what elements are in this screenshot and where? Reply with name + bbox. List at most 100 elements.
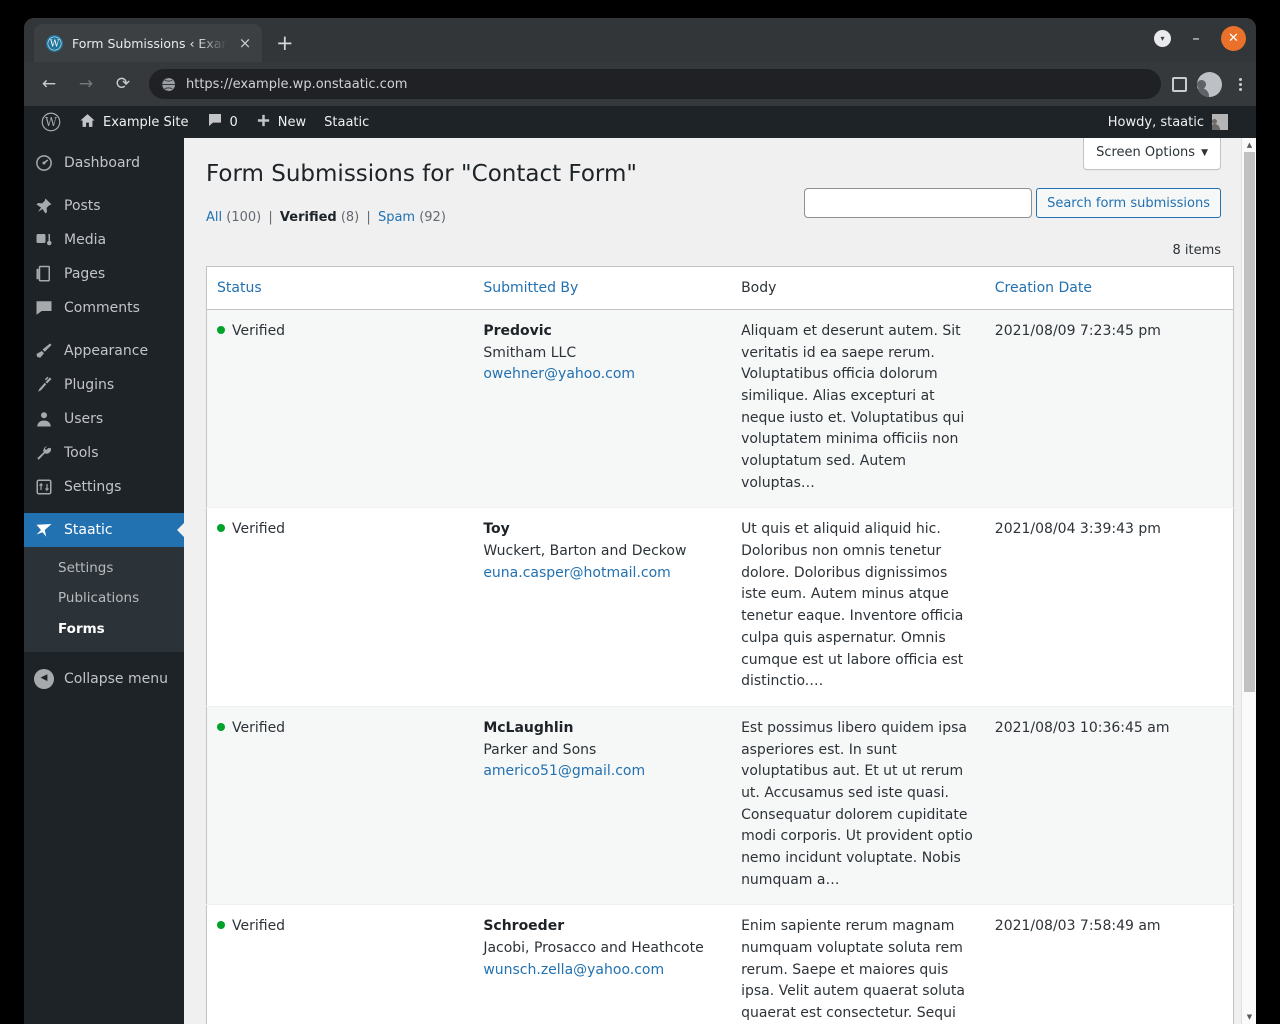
reload-button[interactable]: ⟳ (106, 67, 140, 101)
cell-submitted-by: Toy Wuckert, Barton and Deckow euna.casp… (473, 507, 732, 707)
column-header-status-link[interactable]: Status (217, 280, 262, 296)
comments-bubble[interactable]: 0 (198, 106, 247, 138)
submenu-item-forms[interactable]: Forms (24, 614, 184, 644)
address-bar[interactable]: https://example.wp.onstaatic.com (149, 69, 1161, 99)
cell-body: Est possimus libero quidem ipsa asperior… (731, 705, 985, 905)
search-button[interactable]: Search form submissions (1036, 188, 1221, 218)
sidebar-label: Tools (64, 445, 99, 461)
collapse-menu-button[interactable]: ◀ Collapse menu (24, 662, 184, 696)
column-header-status[interactable]: Status (206, 266, 474, 310)
sidebar-label: Staatic (64, 522, 113, 538)
cell-status: Verified (206, 507, 474, 707)
new-label: New (277, 114, 307, 130)
sidebar-item-comments[interactable]: Comments (24, 291, 184, 325)
site-name-menu[interactable]: Example Site (70, 106, 198, 138)
sidebar-label: Media (64, 232, 107, 248)
plus-icon (256, 113, 271, 132)
sidebar-item-dashboard[interactable]: Dashboard (24, 146, 184, 180)
chevron-down-icon[interactable]: ▾ (1154, 30, 1171, 47)
staatic-submenu: Settings Publications Forms (24, 547, 184, 652)
sidebar-item-tools[interactable]: Tools (24, 436, 184, 470)
sidebar-item-users[interactable]: Users (24, 402, 184, 436)
status-label: Verified (232, 719, 286, 736)
minimize-button[interactable]: – (1187, 31, 1205, 46)
browser-tab-title: Form Submissions ‹ Example (72, 35, 227, 51)
browser-tab[interactable]: W Form Submissions ‹ Example × (34, 24, 262, 62)
table-row[interactable]: Verified McLaughlin Parker and Sons amer… (206, 705, 1234, 905)
filter-separator: | (366, 209, 371, 225)
wp-admin-bar: W Example Site 0 New Staatic Howdy, staa… (24, 106, 1256, 138)
collapse-arrow-icon: ◀ (34, 668, 54, 689)
column-header-body: Body (731, 266, 985, 310)
sidebar-item-plugins[interactable]: Plugins (24, 368, 184, 402)
svg-text:W: W (45, 115, 57, 129)
scrollbar-thumb[interactable] (1244, 152, 1255, 692)
close-icon[interactable]: × (236, 35, 254, 51)
column-header-creation-date-link[interactable]: Creation Date (995, 280, 1092, 296)
submenu-item-publications[interactable]: Publications (24, 583, 184, 613)
submitter-name: Schroeder (483, 918, 565, 935)
column-header-submitted-by-link[interactable]: Submitted By (483, 280, 578, 296)
submitter-name: McLaughlin (483, 719, 574, 736)
sidebar-item-settings[interactable]: Settings (24, 470, 184, 504)
page-title: Form Submissions for "Contact Form" (206, 161, 637, 187)
table-header-row: Status Submitted By Body Creation Date (206, 266, 1234, 310)
table-row[interactable]: Verified Predovic Smitham LLC owehner@ya… (206, 309, 1234, 508)
submitter-email[interactable]: owehner@yahoo.com (483, 364, 721, 386)
filter-all[interactable]: All (206, 210, 222, 225)
submitter-email[interactable]: wunsch.zella@yahoo.com (483, 960, 721, 982)
sidebar-item-posts[interactable]: Posts (24, 189, 184, 223)
avatar (1212, 114, 1228, 130)
sidebar-label: Comments (64, 300, 140, 316)
sidebar-item-appearance[interactable]: Appearance (24, 334, 184, 368)
howdy-label: Howdy, staatic (1107, 114, 1204, 130)
new-content-menu[interactable]: New (247, 106, 315, 138)
submitter-email[interactable]: americo51@gmail.com (483, 761, 721, 783)
admin-body: Dashboard Posts Media Pages Comments App… (24, 138, 1256, 1024)
window-close-button[interactable]: ✕ (1221, 26, 1246, 51)
page-scrollbar[interactable]: ▲ ▼ (1241, 138, 1256, 1024)
submitter-company: Smitham LLC (483, 344, 577, 361)
sidebar-item-media[interactable]: Media (24, 223, 184, 257)
side-panel-icon[interactable] (1172, 76, 1187, 92)
account-menu[interactable]: Howdy, staatic (1108, 106, 1236, 138)
sidebar-label: Appearance (64, 343, 149, 359)
globe-icon (161, 76, 176, 92)
scroll-up-arrow-icon[interactable]: ▲ (1242, 138, 1256, 152)
profile-avatar-icon[interactable] (1197, 71, 1222, 97)
new-tab-button[interactable]: + (276, 33, 294, 54)
media-icon (34, 230, 54, 250)
column-header-submitted-by[interactable]: Submitted By (473, 266, 732, 310)
filter-verified[interactable]: Verified (280, 210, 337, 225)
cell-status: Verified (206, 705, 474, 905)
submitter-email[interactable]: euna.casper@hotmail.com (483, 563, 721, 585)
wrench-icon (34, 443, 54, 463)
table-head: Status Submitted By Body Creation Date (206, 266, 1234, 310)
browser-menu-icon[interactable] (1232, 76, 1248, 93)
column-header-creation-date[interactable]: Creation Date (984, 266, 1234, 310)
cell-body: Enim sapiente rerum magnam numquam volup… (731, 904, 985, 1024)
back-button[interactable]: ← (32, 67, 66, 101)
scroll-down-arrow-icon[interactable]: ▼ (1242, 1010, 1256, 1024)
home-icon (79, 112, 96, 133)
filter-spam[interactable]: Spam (378, 210, 415, 225)
brush-icon (34, 341, 54, 361)
screen-options-toggle[interactable]: Screen Options ▼ (1083, 138, 1221, 171)
sidebar-label: Settings (64, 479, 122, 495)
table-row[interactable]: Verified Toy Wuckert, Barton and Deckow … (206, 507, 1234, 707)
filter-all-count: (100) (226, 209, 262, 225)
url-text: https://example.wp.onstaatic.com (186, 76, 408, 92)
cell-creation-date: 2021/08/04 3:39:43 pm (984, 507, 1234, 707)
forward-button[interactable]: → (69, 67, 103, 101)
cell-body: Aliquam et deserunt autem. Sit veritatis… (741, 322, 965, 491)
cell-body: Ut quis et aliquid aliquid hic. Doloribu… (731, 507, 985, 707)
staatic-adminbar-menu[interactable]: Staatic (315, 106, 378, 138)
sidebar-item-staatic[interactable]: Staatic (24, 513, 184, 547)
sidebar-item-pages[interactable]: Pages (24, 257, 184, 291)
search-input[interactable] (804, 188, 1033, 218)
wp-logo-menu[interactable]: W (32, 106, 70, 138)
submitter-name: Predovic (483, 322, 552, 339)
submenu-item-settings[interactable]: Settings (24, 553, 184, 583)
table-row[interactable]: Verified Schroeder Jacobi, Prosacco and … (206, 904, 1234, 1024)
table-body: Verified Predovic Smitham LLC owehner@ya… (206, 309, 1234, 1024)
